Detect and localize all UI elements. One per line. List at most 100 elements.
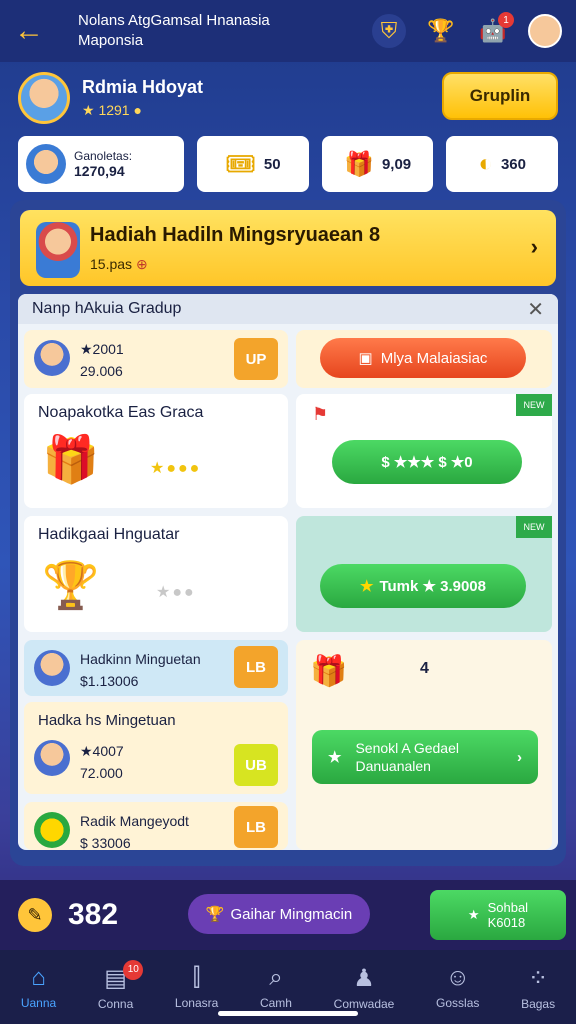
red-action-button[interactable]: ▣ Mlya Malaiasiac [320, 338, 526, 378]
group-button[interactable]: Gruplin [442, 72, 558, 120]
treasure-icon: 🎁 [42, 433, 100, 485]
top-bar: ← Nolans AtgGamsal Hnanasia Maponsia ⛨ 🏆… [0, 0, 576, 62]
chart-icon: ⫿ [192, 964, 201, 991]
pencil-icon[interactable]: ✎ [18, 898, 52, 932]
list-item-line2: ★4007 [80, 743, 124, 759]
count-value: 4 [420, 660, 429, 677]
list-item: 🎁 4 ★ Senokl A Gedael Danuanalen › [296, 640, 552, 850]
new-tag: NEW [516, 394, 552, 416]
submit-button[interactable]: ★ Sohbal K6018 [430, 890, 566, 940]
close-icon[interactable]: ✕ [527, 297, 544, 322]
title-line2: Maponsia [78, 32, 144, 49]
up-button[interactable]: UP [234, 338, 278, 380]
nav-label: Uanna [20, 996, 57, 1010]
profile-info: Rdmia Hdoyat ★ 1291 ● [82, 77, 203, 119]
list-item-line1: Radik Mangeyodt [80, 813, 189, 829]
list-item-line2: $1.13006 [80, 673, 139, 689]
back-arrow-icon[interactable]: ← [14, 14, 54, 48]
lb-button[interactable]: LB [234, 806, 278, 848]
list-header: Nanp hAkuia Gradup ✕ [18, 294, 558, 324]
send-reward-line2: Danuanalen [355, 758, 431, 774]
star-reward-button[interactable]: ★ Tumk ★ 3.9008 [320, 564, 526, 608]
list-item-line3: 72.000 [80, 765, 123, 781]
title-line1: Nolans AtgGamsal Hnanasia [78, 12, 270, 29]
list-item: ▣ Mlya Malaiasiac [296, 330, 552, 388]
list-item[interactable]: ★2001 29.006 UP [24, 330, 288, 388]
weekly-prize-banner[interactable]: Hadiah Hadiln Mingsryuaean 8 15.pas ⊕ › [20, 210, 556, 286]
weekly-prize-button[interactable]: 🏆 Gaihar Mingmacin [188, 894, 370, 934]
nav-item-groups[interactable]: ☺ Gosslas [436, 964, 479, 1010]
send-reward-button[interactable]: ★ Senokl A Gedael Danuanalen › [312, 730, 538, 784]
score-bar: ✎ 382 🏆 Gaihar Mingmacin ★ Sohbal K6018 [0, 880, 576, 950]
profile-name: Rdmia Hdoyat [82, 77, 204, 97]
home-indicator [218, 1011, 358, 1016]
star-badge-icon [34, 812, 70, 848]
trophy-icon: 🏆 [205, 906, 225, 923]
list-item-line2: $ 33006 [80, 835, 131, 850]
submit-label: Sohbal K6018 [488, 900, 528, 930]
coin-icon: ◐ [478, 150, 493, 177]
ticket-icon: ▣ [358, 350, 373, 367]
stat-card-tickets[interactable]: 🎟 50 [197, 136, 309, 192]
nav-label: Comwadae [333, 996, 395, 1011]
nav-label: Bagas [521, 996, 556, 1011]
stats-row: Ganoletas: 1270,94 🎟 50 🎁 9,09 ◐ 360 [18, 136, 558, 192]
list-item[interactable]: Hadka hs Mingetuan ★4007 72.000 UB [24, 702, 288, 794]
list-item[interactable]: Hadkinn Minguetan $1.13006 LB [24, 640, 288, 696]
profile-avatar[interactable] [18, 72, 70, 124]
lb-button[interactable]: LB [234, 646, 278, 688]
stat-card-coins[interactable]: ◐ 360 [446, 136, 558, 192]
stat-label: Ganoletas: [74, 149, 133, 163]
card-title: Hadikgaai Hnguatar [38, 526, 180, 543]
group-list: Nanp hAkuia Gradup ✕ ★2001 29.006 UP ▣ Ml… [18, 294, 558, 850]
main-panel: Hadiah Hadiln Mingsryuaean 8 15.pas ⊕ › … [10, 200, 566, 866]
star-icon: ★ [328, 749, 342, 766]
nav-item-profile[interactable]: ♟ Comwadae [334, 964, 395, 1011]
flag-icon: ⚑ [312, 404, 329, 424]
nav-badge: 10 [123, 959, 144, 980]
banner-title: Hadiah Hadiln Mingsryuaean 8 [90, 224, 381, 246]
stars-button[interactable]: $ ★★★ $ ★0 [332, 440, 522, 484]
star-icon: ★ [359, 578, 374, 595]
trophy-icon[interactable]: 🏆 [424, 14, 458, 48]
stat-avatar [26, 144, 66, 184]
nav-item-search[interactable]: ⌕ Camh [260, 964, 292, 1010]
stat-card-gifts[interactable]: 🎁 9,09 [321, 136, 434, 192]
red-button-label: Mlya Malaiasiac [380, 349, 488, 367]
ub-button[interactable]: UB [234, 744, 278, 786]
green-button-label: Tumk ★ 3.9008 [379, 578, 486, 595]
avatar [34, 650, 70, 686]
list-item[interactable]: Radik Mangeyodt $ 33006 LB [24, 802, 288, 850]
list-item-line2: 29.006 [80, 363, 123, 379]
list-item-line1: ★2001 [80, 341, 124, 357]
nav-label: Gosslas [436, 996, 480, 1010]
avatar [34, 740, 70, 776]
list-item-text: ★2001 29.006 [80, 338, 124, 382]
card-title: Hadka hs Mingetuan [38, 712, 176, 729]
list-item-line1: Hadkinn Minguetan [80, 651, 201, 667]
list-item[interactable]: Hadikgaai Hnguatar 🏆 ★●● [24, 516, 288, 632]
list-item[interactable]: Noapakotka Eas Graca 🎁 ★●●● [24, 394, 288, 508]
nav-item-chart[interactable]: ⫿ Lonasra [175, 964, 218, 1010]
coin-icon: ● [133, 102, 142, 118]
robot-icon[interactable]: 🤖 1 [476, 12, 514, 48]
trophy-chest-icon: 🏆 [42, 559, 100, 611]
rating-dots: ★●●● [150, 460, 202, 477]
chest-icon: 🎁 [310, 655, 348, 688]
group-icon: ☺ [445, 964, 470, 991]
submit-line1: Sohbal [487, 900, 529, 915]
user-avatar[interactable] [528, 14, 562, 48]
banner-subtitle: 15.pas ⊕ [90, 256, 148, 273]
nav-item-home[interactable]: ⌂ Uanna [21, 964, 56, 1010]
shield-icon[interactable]: ⛨ [372, 14, 406, 48]
new-tag: NEW [516, 516, 552, 538]
ticket-icon: 🎟 [225, 150, 256, 178]
top-icons: ⛨ 🏆 🤖 1 [372, 12, 562, 48]
chevron-right-icon: › [517, 748, 522, 766]
stat-value: 50 [263, 155, 281, 173]
nav-item-more[interactable]: ⁘ Bagas [521, 964, 555, 1011]
stat-card-players[interactable]: Ganoletas: 1270,94 [18, 136, 185, 192]
nav-item-cards[interactable]: ▤ 10 Conna [98, 959, 144, 1011]
chevron-right-icon: › [530, 234, 538, 259]
list-item-text: Radik Mangeyodt $ 33006 [80, 810, 189, 850]
